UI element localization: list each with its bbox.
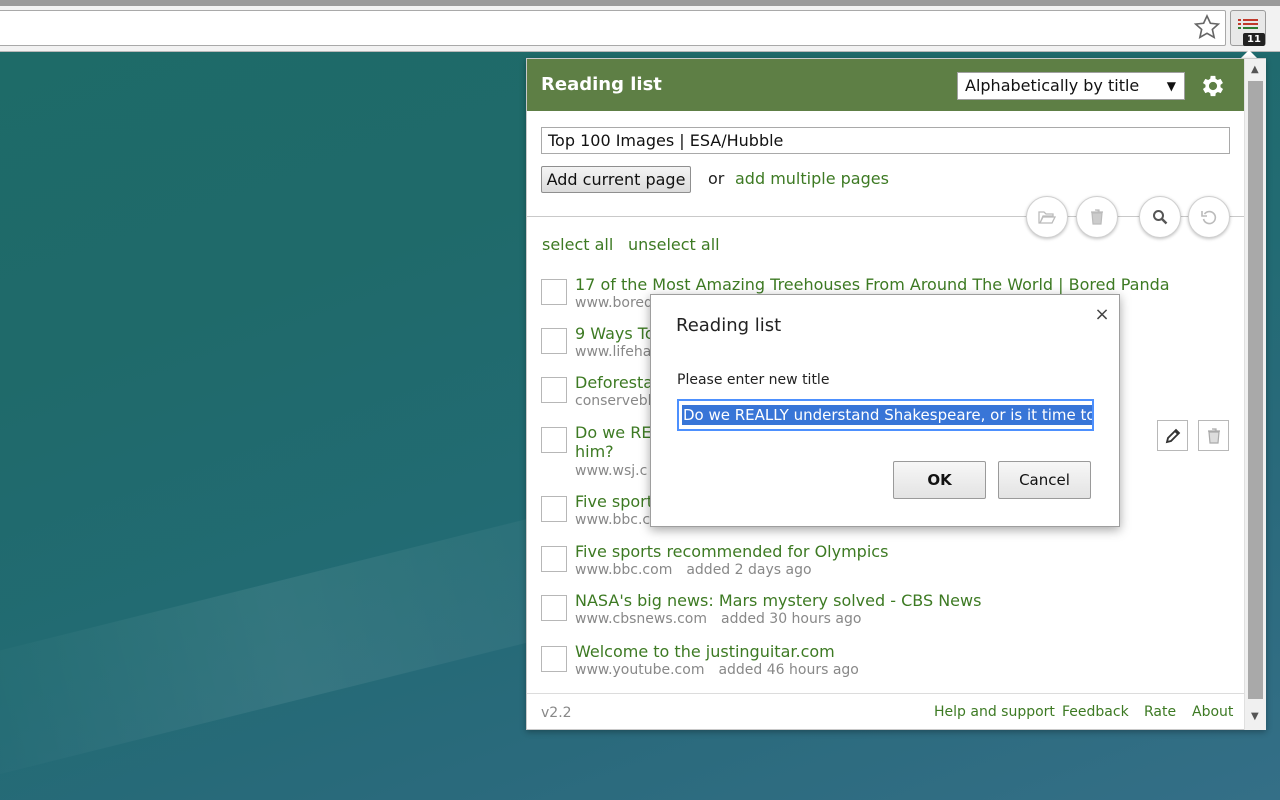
- item-title-link[interactable]: Welcome to the justinguitar.com: [575, 642, 1175, 661]
- sort-order-value: Alphabetically by title: [965, 76, 1140, 95]
- item-meta: conservebl: [575, 393, 651, 409]
- edit-title-button[interactable]: [1157, 420, 1188, 451]
- item-meta: www.lifeha: [575, 344, 651, 360]
- item-meta: www.wsj.c: [575, 463, 647, 479]
- search-button[interactable]: [1139, 196, 1181, 238]
- browser-frame: [0, 0, 1280, 6]
- version-label: v2.2: [541, 705, 572, 721]
- item-checkbox[interactable]: [541, 279, 567, 305]
- about-link[interactable]: About: [1192, 704, 1233, 720]
- section-divider: [527, 216, 1244, 217]
- trash-icon: [1208, 428, 1220, 444]
- dropdown-arrow-icon: ▼: [1166, 79, 1176, 93]
- gear-icon[interactable]: [1199, 72, 1227, 100]
- dialog-prompt-label: Please enter new title: [677, 372, 830, 388]
- item-checkbox[interactable]: [541, 328, 567, 354]
- browser-toolbar: 11: [0, 0, 1280, 52]
- delete-item-button[interactable]: [1198, 420, 1229, 451]
- item-domain: www.bbc.com: [575, 562, 673, 578]
- scroll-thumb[interactable]: [1248, 81, 1263, 699]
- popup-title: Reading list: [541, 74, 662, 95]
- item-domain: www.cbsnews.com: [575, 611, 707, 627]
- search-icon: [1153, 210, 1168, 225]
- ok-button[interactable]: OK: [893, 461, 986, 499]
- reading-list-icon: [1238, 18, 1258, 34]
- new-title-selected-text: Do we REALLY understand Shakespeare, or …: [682, 405, 1092, 425]
- page-title-input[interactable]: Top 100 Images | ESA/Hubble: [541, 127, 1230, 154]
- item-added-time: added 30 hours ago: [720, 611, 862, 627]
- close-icon[interactable]: ×: [1092, 304, 1112, 325]
- undo-icon: [1201, 210, 1217, 225]
- feedback-link[interactable]: Feedback: [1062, 704, 1129, 720]
- rate-link[interactable]: Rate: [1144, 704, 1176, 720]
- item-meta: www.cbsnews.com added 30 hours ago: [575, 611, 861, 627]
- item-domain: www.bored: [575, 295, 653, 311]
- popup-scrollbar[interactable]: ▲ ▼: [1244, 59, 1266, 730]
- unread-count-badge: 11: [1243, 33, 1265, 46]
- trash-icon: [1091, 209, 1103, 225]
- item-domain: www.bbc.c: [575, 512, 651, 528]
- scroll-up-arrow-icon[interactable]: ▲: [1251, 64, 1259, 75]
- item-checkbox[interactable]: [541, 595, 567, 621]
- reading-list-extension-button[interactable]: 11: [1230, 10, 1266, 46]
- add-current-page-button[interactable]: Add current page: [541, 166, 691, 193]
- item-title-link[interactable]: 17 of the Most Amazing Treehouses From A…: [575, 275, 1175, 294]
- item-added-time: added 46 hours ago: [718, 662, 859, 678]
- open-selected-button[interactable]: [1026, 196, 1068, 238]
- scroll-down-arrow-icon[interactable]: ▼: [1251, 711, 1259, 722]
- item-meta: www.youtube.com added 46 hours ago: [575, 662, 859, 678]
- folder-open-icon: [1038, 211, 1056, 224]
- item-domain: www.lifeha: [575, 344, 652, 360]
- add-multiple-pages-link[interactable]: add multiple pages: [735, 169, 889, 188]
- item-domain: conservebl: [575, 393, 652, 409]
- item-checkbox[interactable]: [541, 546, 567, 572]
- item-title-link[interactable]: NASA's big news: Mars mystery solved - C…: [575, 591, 1175, 610]
- item-checkbox[interactable]: [541, 377, 567, 403]
- item-meta: www.bbc.c: [575, 512, 650, 528]
- dialog-title: Reading list: [676, 315, 782, 336]
- item-meta: www.bbc.com added 2 days ago: [575, 562, 812, 578]
- address-bar[interactable]: [0, 10, 1226, 46]
- rename-dialog: Reading list × Please enter new title Do…: [650, 294, 1120, 527]
- or-label: or: [708, 169, 725, 188]
- popup-header: Reading list Alphabetically by title ▼: [527, 59, 1244, 111]
- footer-divider: [527, 693, 1244, 694]
- delete-selected-button[interactable]: [1076, 196, 1118, 238]
- item-domain: www.youtube.com: [575, 662, 705, 678]
- item-title-link[interactable]: Five sports recommended for Olympics: [575, 542, 1175, 561]
- unselect-all-link[interactable]: unselect all: [628, 235, 720, 254]
- item-checkbox[interactable]: [541, 496, 567, 522]
- item-domain: www.wsj.c: [575, 463, 648, 479]
- select-all-link[interactable]: select all: [542, 235, 613, 254]
- item-checkbox[interactable]: [541, 646, 567, 672]
- star-icon[interactable]: [1193, 13, 1221, 41]
- cancel-button[interactable]: Cancel: [998, 461, 1091, 499]
- item-checkbox[interactable]: [541, 427, 567, 453]
- new-title-input[interactable]: Do we REALLY understand Shakespeare, or …: [677, 399, 1094, 431]
- item-meta: www.bored: [575, 295, 653, 311]
- item-added-time: added 2 days ago: [686, 562, 812, 578]
- pencil-icon: [1165, 428, 1181, 444]
- undo-button[interactable]: [1188, 196, 1230, 238]
- help-and-support-link[interactable]: Help and support: [934, 704, 1055, 720]
- sort-order-select[interactable]: Alphabetically by title ▼: [957, 72, 1185, 100]
